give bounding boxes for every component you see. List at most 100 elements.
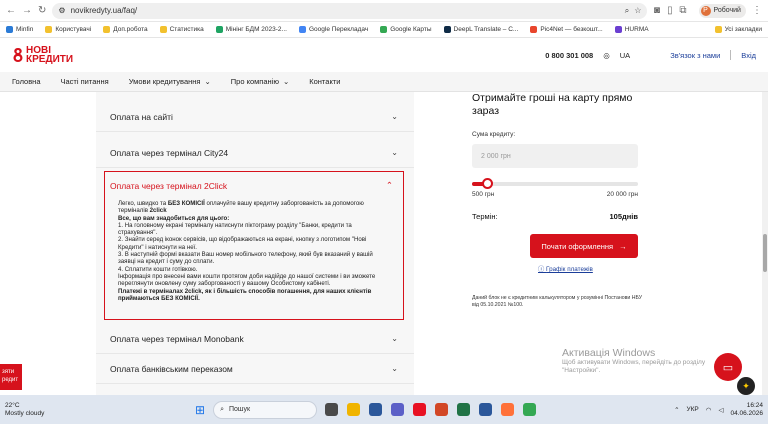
faq-item-title: Оплата через термінал Monobank — [110, 333, 244, 344]
reload-icon[interactable]: ↻ — [38, 5, 46, 17]
phone-number[interactable]: 0 800 301 008 — [545, 51, 593, 60]
word-icon[interactable] — [479, 403, 493, 416]
firefox-icon[interactable] — [501, 403, 515, 416]
chrome-icon[interactable] — [523, 403, 537, 416]
faq-item-title: Оплата через термінал City24 — [110, 147, 229, 158]
profile-button[interactable]: Р Робочий — [698, 3, 746, 18]
opera-icon[interactable] — [413, 403, 427, 416]
url-text: novikredyty.ua/faq/ — [70, 6, 138, 15]
clock[interactable]: 16:24 04.06.2026 — [730, 402, 763, 418]
bookmark-item[interactable]: HURMA — [614, 26, 649, 33]
assistant-icon[interactable]: ✦ — [737, 377, 755, 395]
chevron-down-icon: ⌄ — [391, 334, 398, 343]
taskbar: 22°C Mostly cloudy ⊞ ⌕ Пошук ⌃ УКР ◠ ◁ 16… — [0, 395, 768, 424]
explorer-icon[interactable] — [347, 403, 361, 416]
nav-home[interactable]: Головна — [12, 77, 41, 86]
nav-about[interactable]: Про компанію ⌄ — [231, 77, 289, 86]
address-bar[interactable]: ⚙ novikredyty.ua/faq/ ⌕ ☆ — [52, 2, 648, 19]
side-get-credit-tab[interactable]: зяти редит — [0, 364, 22, 390]
site-info-icon[interactable]: ⚙ — [58, 6, 65, 15]
term-label: Термін: — [472, 212, 498, 221]
nav-contacts[interactable]: Контакти — [309, 77, 340, 86]
bookmark-item[interactable]: Доп.робота — [103, 26, 148, 33]
faq-item-title: Оплата на сайті — [110, 111, 173, 122]
app-icon[interactable] — [369, 403, 383, 416]
profile-name: Робочий — [713, 7, 741, 14]
amount-label: Сума кредиту: — [472, 131, 516, 138]
contact-link[interactable]: Зв'язок з нами — [670, 51, 720, 60]
amount-input[interactable]: 2 000 грн — [472, 144, 638, 168]
taskbar-search[interactable]: ⌕ Пошук — [213, 400, 318, 419]
payment-schedule-link[interactable]: ⓘ Графік платежів — [538, 264, 658, 273]
forward-icon[interactable]: → — [22, 5, 32, 17]
back-icon[interactable]: ← — [6, 5, 16, 17]
task-view-icon[interactable] — [325, 403, 339, 416]
faq-item-site-payment[interactable]: Оплата на сайті ⌄ — [96, 102, 414, 132]
faq-list: Оплата на сайті ⌄ Оплата через термінал … — [96, 92, 414, 395]
chat-icon[interactable]: ▭ — [714, 353, 742, 381]
chevron-down-icon: ⌄ — [391, 364, 398, 373]
main-nav: Головна Часті питання Умови кредитування… — [0, 72, 768, 92]
slider-min: 500 грн — [472, 191, 495, 198]
bookmarks-bar: Minfin Користувачі Доп.робота Статистика… — [0, 22, 768, 38]
volume-icon[interactable]: ◁ — [718, 406, 723, 414]
windows-start-icon[interactable]: ⊞ — [195, 403, 205, 417]
teams-icon[interactable] — [391, 403, 405, 416]
faq-open-title: Оплата через термінал 2Click — [110, 180, 228, 191]
browser-toolbar: ← → ↻ ⚙ novikredyty.ua/faq/ ⌕ ☆ ◙ ▯ ⧉ Р … — [0, 0, 768, 22]
loan-calculator: Отримайте гроші на карту прямо зараз Сум… — [458, 92, 658, 342]
zoom-icon[interactable]: ⌕ — [625, 6, 629, 16]
scrollbar[interactable] — [762, 92, 768, 395]
start-application-button[interactable]: Почати оформлення → — [530, 234, 638, 258]
calculator-title: Отримайте гроші на карту прямо зараз — [472, 92, 633, 117]
faq-open-body: Легко, швидко та БЕЗ КОМІСІЇ оплачуйте в… — [118, 200, 376, 302]
faq-open-header[interactable]: Оплата через термінал 2Click ⌃ — [110, 180, 393, 191]
term-value: 105днів — [609, 212, 639, 221]
excel-icon[interactable] — [457, 403, 471, 416]
bookmark-item[interactable]: Google Карты — [380, 26, 432, 33]
language-indicator[interactable]: УКР — [687, 406, 699, 413]
camera-icon[interactable]: ◙ — [653, 5, 660, 17]
faq-item-bank-transfer[interactable]: Оплата банківським переказом ⌄ — [96, 354, 414, 384]
sidebar-icon[interactable]: ▯ — [666, 5, 673, 17]
viber-icon[interactable]: ◎ — [603, 51, 610, 60]
faq-item-city24[interactable]: Оплата через термінал City24 ⌄ — [96, 138, 414, 168]
bookmark-item[interactable]: Pic4Net — безкошт... — [530, 26, 603, 33]
tray-chevron-icon[interactable]: ⌃ — [674, 406, 679, 414]
extensions-icon[interactable]: ⧉ — [679, 5, 686, 17]
all-bookmarks[interactable]: Усі закладки — [714, 26, 762, 33]
site-header: НОВІ КРЕДИТИ 0 800 301 008 ◎ UA Зв'язок … — [0, 38, 768, 72]
chevron-down-icon: ⌄ — [391, 112, 398, 121]
arrow-right-icon: → — [619, 241, 627, 251]
menu-icon[interactable]: ⋮ — [752, 5, 762, 17]
bookmark-item[interactable]: Статистика — [159, 26, 204, 33]
amount-slider[interactable] — [472, 178, 638, 189]
slider-max: 20 000 грн — [606, 191, 638, 198]
windows-activation-watermark: Активація Windows Щоб активувати Windows… — [562, 347, 706, 374]
language-switch[interactable]: UA — [620, 51, 630, 60]
slider-handle[interactable] — [481, 178, 493, 189]
bookmark-item[interactable]: Користувачі — [45, 26, 91, 33]
powerpoint-icon[interactable] — [435, 403, 449, 416]
bookmark-item[interactable]: DeepL Translate – С... — [443, 26, 518, 33]
chevron-down-icon: ⌄ — [204, 77, 211, 86]
faq-item-title: Оплата банківським переказом — [110, 363, 233, 374]
chevron-up-icon: ⌃ — [385, 180, 393, 190]
chevron-down-icon: ⌄ — [391, 148, 398, 157]
weather-widget[interactable]: 22°C Mostly cloudy — [5, 402, 55, 418]
bookmark-item[interactable]: Minfin — [6, 26, 33, 33]
search-icon: ⌕ — [220, 405, 224, 413]
logo-icon — [12, 47, 24, 63]
scrollbar-thumb[interactable] — [763, 234, 767, 272]
bookmark-item[interactable]: Мінінг БДМ 2023-2... — [215, 26, 287, 33]
bookmark-item[interactable]: Google Перекладач — [298, 26, 368, 33]
login-link[interactable]: Вхід — [741, 51, 756, 60]
wifi-icon[interactable]: ◠ — [706, 406, 712, 414]
nav-faq[interactable]: Часті питання — [61, 77, 109, 86]
faq-item-monobank[interactable]: Оплата через термінал Monobank ⌄ — [96, 324, 414, 354]
site-logo[interactable]: НОВІ КРЕДИТИ — [12, 46, 73, 65]
faq-item-2click-expanded: Оплата через термінал 2Click ⌃ Легко, шв… — [104, 171, 404, 320]
nav-terms[interactable]: Умови кредитування ⌄ — [129, 77, 211, 86]
system-tray: ⌃ УКР ◠ ◁ 16:24 04.06.2026 — [674, 402, 763, 418]
bookmark-star-icon[interactable]: ☆ — [634, 6, 641, 15]
